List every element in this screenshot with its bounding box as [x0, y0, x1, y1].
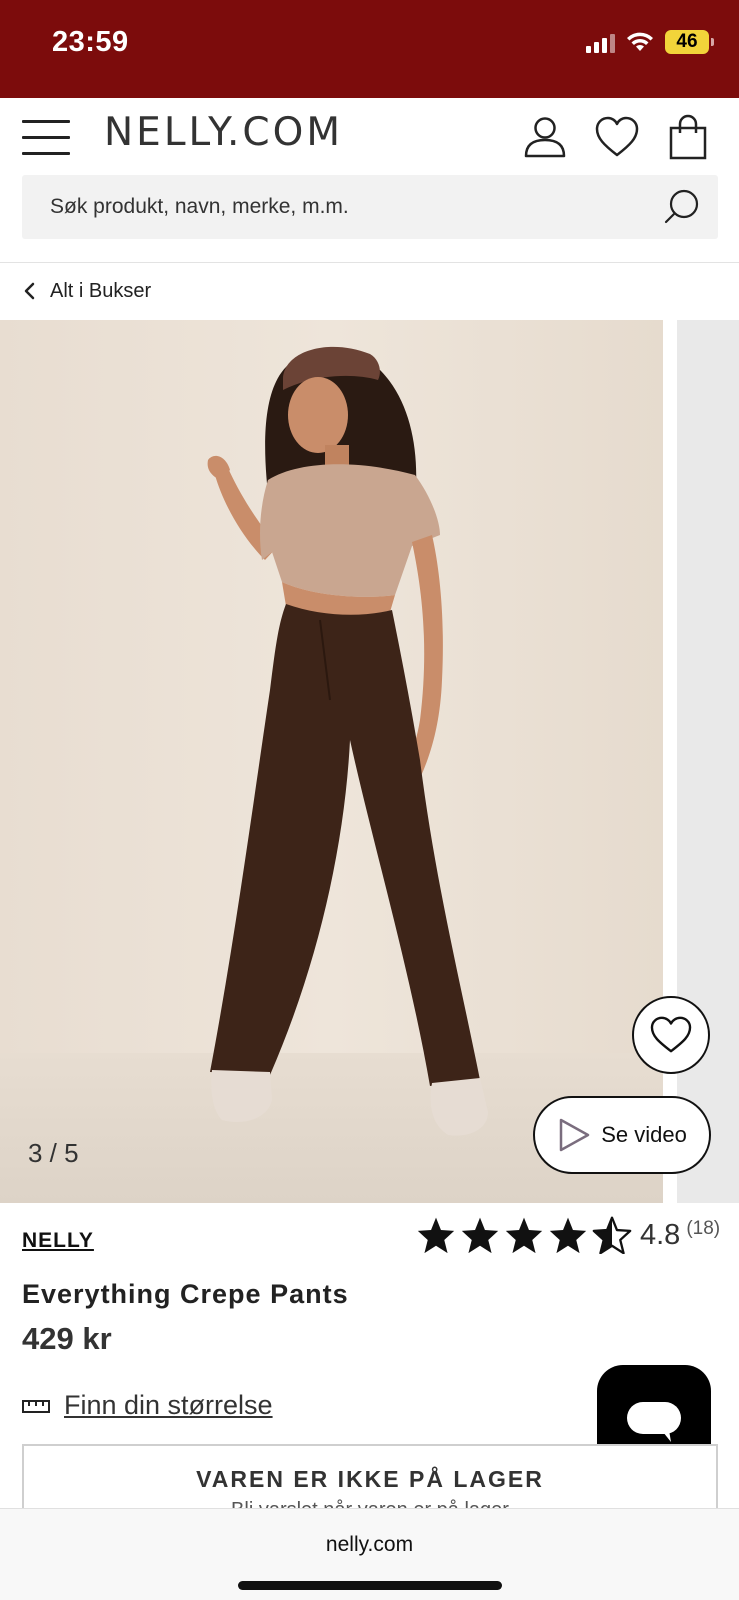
search-bar[interactable] — [22, 175, 718, 239]
star-icon — [461, 1217, 499, 1254]
star-icon — [417, 1217, 455, 1254]
rating-stars — [416, 1216, 632, 1254]
browser-url[interactable]: nelly.com — [0, 1533, 739, 1557]
product-image-gallery[interactable]: 3 / 5 Se video — [0, 320, 739, 1203]
chat-bubble-icon — [627, 1402, 681, 1442]
size-guide-label: Finn din størrelse — [64, 1390, 273, 1420]
heart-icon — [650, 1016, 692, 1053]
site-logo[interactable]: NELLY.COM — [104, 110, 343, 155]
status-time: 23:59 — [52, 26, 129, 58]
ruler-icon — [22, 1399, 50, 1413]
hamburger-menu-icon[interactable] — [22, 118, 72, 156]
account-icon[interactable] — [522, 114, 568, 160]
status-bar: 23:59 46 — [0, 0, 739, 98]
search-icon[interactable] — [662, 187, 702, 227]
status-icons: 46 — [586, 30, 714, 54]
product-price: 429 kr — [22, 1321, 112, 1356]
rating-value: 4.8 — [640, 1218, 681, 1251]
breadcrumb-back-link[interactable]: Alt i Bukser — [22, 278, 151, 304]
star-icon — [505, 1217, 543, 1254]
product-rating[interactable]: 4.8 (18) — [416, 1216, 720, 1254]
half-star-icon — [592, 1216, 632, 1254]
search-input[interactable] — [50, 175, 630, 239]
shopping-bag-icon[interactable] — [665, 114, 711, 160]
stock-status-title: VAREN ER IKKE PÅ LAGER — [196, 1466, 544, 1492]
add-to-wishlist-button[interactable] — [632, 996, 710, 1074]
model-figure — [207, 346, 488, 1136]
product-title: Everything Crepe Pants — [22, 1279, 349, 1309]
cellular-signal-icon — [586, 31, 615, 53]
wishlist-heart-icon[interactable] — [594, 114, 640, 160]
size-guide-link[interactable]: Finn din størrelse — [22, 1390, 273, 1421]
site-header: NELLY.COM — [0, 98, 739, 263]
wifi-icon — [627, 32, 653, 51]
play-icon — [559, 1118, 590, 1152]
chevron-left-icon — [24, 282, 35, 300]
video-button-label: Se video — [601, 1122, 687, 1147]
image-counter: 3 / 5 — [28, 1138, 79, 1168]
home-indicator[interactable] — [238, 1581, 502, 1590]
battery-icon: 46 — [665, 30, 714, 54]
watch-video-button[interactable]: Se video — [533, 1096, 711, 1174]
browser-bottom-bar: nelly.com — [0, 1508, 739, 1600]
star-icon — [549, 1217, 587, 1254]
breadcrumb-label: Alt i Bukser — [50, 279, 152, 302]
product-photo[interactable] — [0, 320, 663, 1203]
rating-count: (18) — [686, 1218, 721, 1239]
brand-link[interactable]: NELLY — [22, 1229, 94, 1253]
